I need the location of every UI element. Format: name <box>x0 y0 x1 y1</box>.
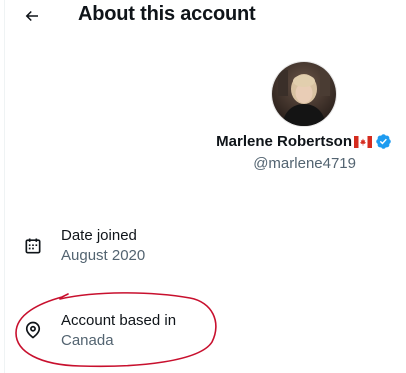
location-pin-icon <box>22 319 44 341</box>
profile-name-row: Marlene Robertson <box>216 133 392 150</box>
page-header: About this account <box>0 0 406 32</box>
profile-handle: @marlene4719 <box>253 155 356 172</box>
canada-flag-icon <box>354 135 372 148</box>
back-button[interactable] <box>18 2 46 30</box>
calendar-icon <box>22 235 44 257</box>
display-name[interactable]: Marlene Robertson <box>216 133 352 150</box>
account-based-in-value: Canada <box>61 332 114 349</box>
account-based-in-label: Account based in <box>61 312 177 329</box>
date-joined-item: Date joined August 2020 <box>0 226 406 276</box>
about-account-page: About this account Marlene Robertson @ma… <box>0 0 406 373</box>
verified-badge-icon[interactable] <box>375 133 392 150</box>
avatar[interactable] <box>271 61 337 127</box>
page-title: About this account <box>78 3 256 25</box>
avatar-image <box>272 62 336 126</box>
account-location-item: Account based in Canada <box>0 311 406 361</box>
date-joined-label: Date joined <box>61 227 137 244</box>
date-joined-value: August 2020 <box>61 247 146 264</box>
arrow-left-icon <box>25 10 38 22</box>
